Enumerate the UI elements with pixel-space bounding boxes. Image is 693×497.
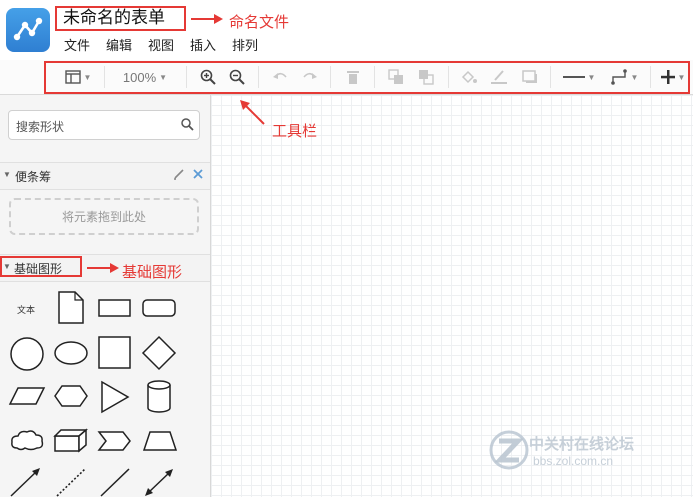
ellipse-shape[interactable] bbox=[53, 340, 89, 366]
document-shape[interactable] bbox=[56, 290, 86, 326]
square-shape[interactable] bbox=[97, 335, 133, 371]
text-shape[interactable]: 文本 bbox=[17, 303, 35, 316]
circle-shape[interactable] bbox=[9, 336, 45, 372]
menu-arrange[interactable]: 排列 bbox=[232, 35, 258, 54]
basic-shapes-highlight-box bbox=[0, 256, 82, 277]
search-icon[interactable] bbox=[181, 118, 194, 131]
dotted-line-shape[interactable] bbox=[55, 467, 87, 497]
watermark-url: bbs.zol.com.cn bbox=[533, 454, 614, 468]
rounded-rectangle-shape[interactable] bbox=[141, 298, 177, 318]
menu-file[interactable]: 文件 bbox=[64, 35, 90, 54]
toolbar-highlight-box bbox=[44, 61, 690, 94]
annotation-arrow bbox=[87, 263, 119, 273]
menu-view[interactable]: 视图 bbox=[148, 35, 174, 54]
line-shape[interactable] bbox=[99, 467, 131, 497]
zol-watermark-logo bbox=[489, 430, 529, 470]
triangle-shape[interactable] bbox=[99, 380, 131, 414]
annotation-basic-shapes: 基础图形 bbox=[122, 264, 183, 281]
step-shape[interactable] bbox=[97, 430, 133, 452]
watermark-name: 中关村在线论坛 bbox=[529, 436, 635, 453]
trapezoid-shape[interactable] bbox=[141, 430, 179, 452]
cylinder-shape[interactable] bbox=[145, 379, 173, 415]
menu-edit[interactable]: 编辑 bbox=[106, 35, 132, 54]
search-placeholder: 搜索形状 bbox=[16, 120, 65, 134]
notes-drop-zone[interactable]: 将元素拖到此处 bbox=[9, 198, 199, 235]
cloud-shape[interactable] bbox=[9, 428, 45, 452]
annotation-arrow bbox=[191, 14, 223, 24]
hexagon-shape[interactable] bbox=[53, 384, 89, 408]
annotation-name-file: 命名文件 bbox=[229, 14, 290, 31]
parallelogram-shape[interactable] bbox=[8, 385, 46, 407]
document-title[interactable]: 未命名的表单 bbox=[63, 6, 165, 30]
arrow-line-shape[interactable] bbox=[9, 467, 43, 497]
diamond-shape[interactable] bbox=[141, 335, 177, 371]
rectangle-shape[interactable] bbox=[97, 298, 133, 318]
logo-share-icon bbox=[13, 17, 43, 41]
watermark: 中关村在线论坛 bbs.zol.com.cn bbox=[487, 428, 687, 476]
edit-pencil-icon[interactable] bbox=[173, 168, 185, 180]
close-icon[interactable] bbox=[193, 169, 203, 179]
cube-shape[interactable] bbox=[53, 428, 89, 454]
app-logo[interactable] bbox=[6, 8, 50, 52]
collapse-triangle-icon[interactable]: ▼ bbox=[3, 170, 11, 179]
annotation-toolbar: 工具栏 bbox=[272, 123, 318, 140]
notes-section-title: 便条筹 bbox=[15, 170, 52, 184]
annotation-arrow bbox=[240, 100, 265, 125]
menu-insert[interactable]: 插入 bbox=[190, 35, 216, 54]
bidirectional-arrow-shape[interactable] bbox=[143, 467, 175, 497]
